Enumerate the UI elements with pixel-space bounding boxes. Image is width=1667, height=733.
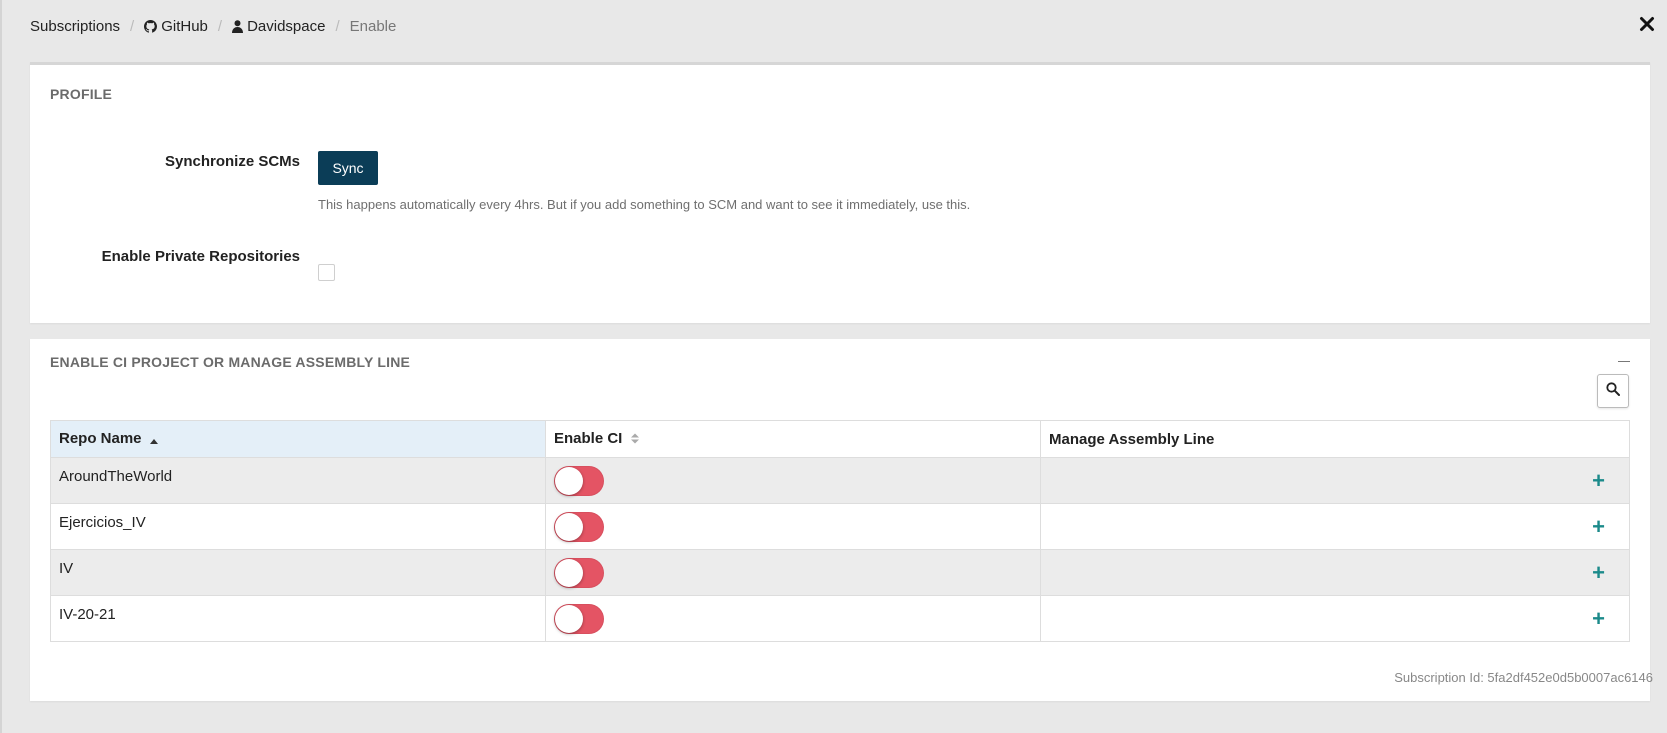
- manage-cell: +: [1040, 503, 1630, 550]
- subscription-id: Subscription Id: 5fa2df452e0d5b0007ac614…: [1394, 670, 1653, 685]
- column-label: Manage Assembly Line: [1049, 430, 1215, 448]
- close-icon[interactable]: [1639, 16, 1655, 37]
- repo-name: Ejercicios_IV: [59, 514, 146, 531]
- sort-ascending-icon: [149, 431, 158, 448]
- table-row: IV-20-21 +: [50, 595, 1630, 642]
- column-manage-assembly-line: Manage Assembly Line: [1040, 420, 1630, 458]
- add-assembly-line-icon[interactable]: +: [1592, 606, 1605, 631]
- breadcrumb-separator: /: [217, 18, 223, 35]
- repo-name: AroundTheWorld: [59, 468, 173, 485]
- add-assembly-line-icon[interactable]: +: [1592, 514, 1605, 539]
- github-icon: [144, 20, 158, 33]
- breadcrumb-label: Subscriptions: [30, 18, 121, 35]
- private-repos-label: Enable Private Repositories: [101, 248, 300, 265]
- breadcrumb-github[interactable]: GitHub: [144, 18, 208, 35]
- sync-scms-label: Synchronize SCMs: [164, 153, 300, 170]
- add-assembly-line-icon[interactable]: +: [1592, 560, 1605, 585]
- search-icon: [1606, 381, 1620, 401]
- enable-ci-toggle[interactable]: [554, 557, 604, 588]
- manage-cell: +: [1040, 595, 1630, 642]
- ci-panel: ENABLE CI PROJECT OR MANAGE ASSEMBLY LIN…: [30, 339, 1650, 701]
- column-repo-name[interactable]: Repo Name: [50, 420, 546, 458]
- profile-panel: PROFILE Synchronize SCMs Sync This happe…: [30, 62, 1650, 323]
- sort-icon: [630, 431, 639, 448]
- breadcrumb-label: GitHub: [161, 18, 208, 35]
- breadcrumb-label: Davidspace: [247, 18, 326, 35]
- table-row: AroundTheWorld +: [50, 457, 1630, 504]
- search-button[interactable]: [1597, 374, 1629, 408]
- private-repos-checkbox[interactable]: [318, 264, 335, 281]
- breadcrumb: Subscriptions / GitHub / Davidspace / En…: [30, 18, 396, 35]
- manage-cell: +: [1040, 457, 1630, 504]
- enable-ci-cell: [545, 503, 1041, 550]
- left-edge-divider: [0, 0, 2, 733]
- breadcrumb-current: Enable: [350, 18, 397, 35]
- repo-name-cell: IV-20-21: [50, 595, 546, 642]
- profile-title: PROFILE: [50, 86, 113, 102]
- enable-ci-toggle[interactable]: [554, 603, 604, 634]
- repo-name: IV: [59, 560, 74, 577]
- manage-cell: +: [1040, 549, 1630, 596]
- repo-name: IV-20-21: [59, 606, 116, 623]
- toggle-knob: [555, 466, 583, 495]
- enable-ci-cell: [545, 595, 1041, 642]
- enable-ci-toggle[interactable]: [554, 511, 604, 542]
- enable-ci-cell: [545, 457, 1041, 504]
- table-row: Ejercicios_IV +: [50, 503, 1630, 550]
- breadcrumb-subscriptions[interactable]: Subscriptions: [30, 18, 120, 35]
- repo-table: Repo Name Enable CI Manage Assembly Line…: [50, 420, 1630, 642]
- sync-button[interactable]: Sync: [318, 151, 378, 185]
- repo-name-cell: IV: [50, 549, 546, 596]
- repo-name-cell: Ejercicios_IV: [50, 503, 546, 550]
- repo-name-cell: AroundTheWorld: [50, 457, 546, 504]
- toggle-knob: [555, 512, 583, 541]
- sync-help-text: This happens automatically every 4hrs. B…: [318, 197, 971, 212]
- breadcrumb-separator: /: [130, 18, 135, 35]
- column-label: Enable CI: [554, 430, 623, 448]
- column-enable-ci[interactable]: Enable CI: [545, 420, 1041, 458]
- breadcrumb-separator: /: [335, 18, 340, 35]
- add-assembly-line-icon[interactable]: +: [1592, 468, 1605, 493]
- collapse-icon[interactable]: [1618, 361, 1630, 362]
- enable-ci-toggle[interactable]: [554, 465, 604, 496]
- toggle-knob: [555, 558, 583, 587]
- ci-title: ENABLE CI PROJECT OR MANAGE ASSEMBLY LIN…: [50, 354, 411, 370]
- breadcrumb-davidspace[interactable]: Davidspace: [232, 18, 325, 35]
- enable-ci-cell: [545, 549, 1041, 596]
- toggle-knob: [555, 604, 583, 633]
- table-row: IV +: [50, 549, 1630, 596]
- breadcrumb-label: Enable: [349, 18, 397, 35]
- column-label: Repo Name: [59, 430, 142, 448]
- user-icon: [232, 20, 244, 33]
